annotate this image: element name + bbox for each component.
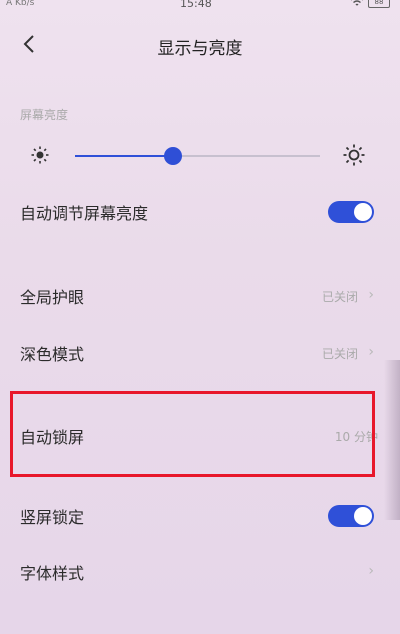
chevron-right-icon: › (368, 287, 374, 303)
brightness-slider-fill (75, 155, 173, 157)
eye-care-label: 全局护眼 (20, 288, 85, 307)
auto-brightness-row[interactable]: 自动调节屏幕亮度 (0, 188, 400, 236)
portrait-lock-row[interactable]: 竖屏锁定 (0, 492, 400, 540)
auto-brightness-label: 自动调节屏幕亮度 (20, 204, 149, 223)
eye-care-row[interactable]: 全局护眼 已关闭 › (0, 272, 400, 320)
brightness-slider-thumb[interactable] (164, 147, 182, 165)
chevron-right-icon: › (368, 344, 374, 360)
toggle-knob (354, 507, 372, 525)
battery-icon: 88 (368, 0, 390, 8)
dark-mode-label: 深色模式 (20, 345, 85, 364)
font-style-label: 字体样式 (20, 564, 85, 583)
brightness-high-icon (342, 143, 366, 167)
settings-screen: A Kb/s 15:48 88 显示与亮度 屏幕亮度 自动调节屏幕亮度 全局护眼… (0, 0, 400, 634)
portrait-lock-toggle[interactable] (328, 505, 374, 527)
highlight-box (10, 391, 375, 477)
status-bar: A Kb/s 15:48 88 (0, 0, 400, 14)
chevron-right-icon: › (368, 563, 374, 579)
brightness-section-label: 屏幕亮度 (20, 108, 69, 122)
dark-mode-value: 已关闭 (321, 347, 358, 361)
status-time: 15:48 (180, 0, 212, 10)
wifi-icon (350, 0, 364, 10)
portrait-lock-label: 竖屏锁定 (20, 508, 85, 527)
eye-care-value: 已关闭 (321, 290, 358, 304)
toggle-knob (354, 203, 372, 221)
font-style-row[interactable]: 字体样式 › (0, 548, 400, 596)
dark-mode-row[interactable]: 深色模式 已关闭 › (0, 329, 400, 377)
brightness-low-icon (30, 145, 50, 165)
auto-brightness-toggle[interactable] (328, 201, 374, 223)
page-title: 显示与亮度 (157, 39, 243, 59)
edge-shadow (384, 360, 400, 520)
status-carrier: A Kb/s (6, 0, 35, 8)
brightness-slider[interactable] (75, 147, 320, 165)
